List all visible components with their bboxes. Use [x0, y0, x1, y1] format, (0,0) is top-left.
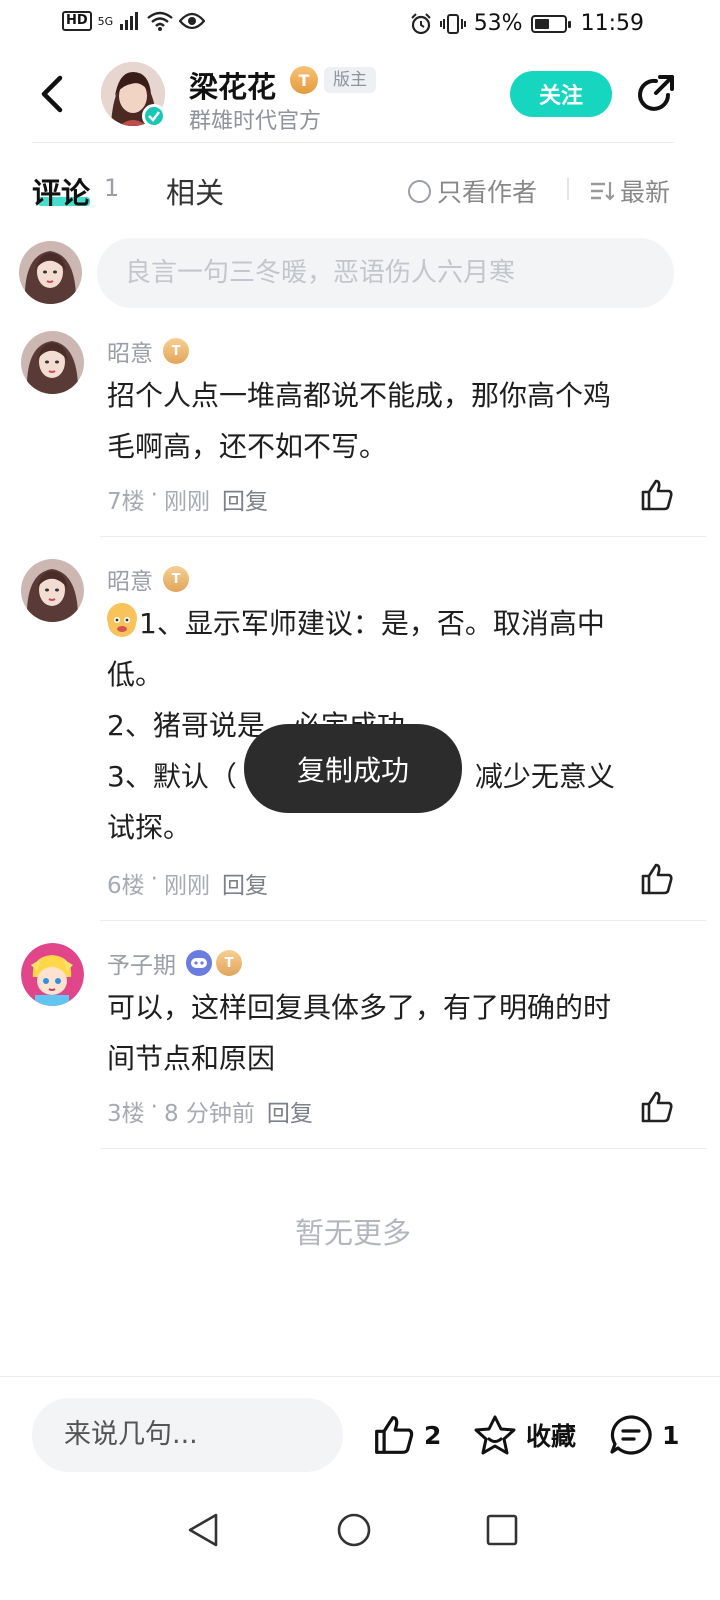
- comment-avatar[interactable]: [21, 331, 84, 394]
- back-icon[interactable]: [34, 72, 74, 116]
- status-bar: HD 5G 53% 11:59: [0, 0, 720, 48]
- no-more-label: 暂无更多: [294, 1216, 411, 1250]
- comment-meta: 6楼 · 刚刚 回复: [107, 866, 268, 900]
- sort-label: 最新: [620, 178, 671, 207]
- comment-floor: 7楼: [107, 489, 145, 515]
- like-button[interactable]: 2: [372, 1414, 441, 1456]
- only-author-toggle[interactable]: 只看作者: [408, 173, 537, 209]
- comment-floor: 3楼: [107, 1101, 145, 1127]
- comment-username[interactable]: 昭意 T: [107, 562, 189, 596]
- reply-button[interactable]: 回复: [267, 1094, 313, 1128]
- verified-icon: [142, 104, 166, 128]
- comment-line: 招个人点一堆高都说不能成，那你高个鸡: [107, 379, 612, 412]
- clock: 11:59: [580, 11, 644, 36]
- say-input[interactable]: 来说几句...: [32, 1398, 343, 1472]
- tab-related[interactable]: 相关: [166, 170, 224, 212]
- my-avatar: [19, 241, 82, 304]
- comments-button[interactable]: 1: [608, 1414, 679, 1456]
- tab-comments[interactable]: 评论: [32, 170, 90, 212]
- comment-floor: 6楼: [107, 873, 145, 899]
- comment-line: 低。: [107, 658, 164, 691]
- radio-circle-icon: [408, 179, 431, 203]
- meta-dot: ·: [150, 866, 158, 892]
- emoji-icon: [107, 603, 137, 637]
- comments-count: 1: [104, 174, 120, 202]
- comment-avatar[interactable]: [21, 943, 84, 1006]
- alarm-icon: [410, 12, 431, 34]
- comment-meta: 7楼 · 刚刚 回复: [107, 482, 268, 516]
- comment-icon: [610, 1415, 652, 1455]
- comment-time: 刚刚: [163, 873, 210, 899]
- like-icon[interactable]: [640, 478, 674, 512]
- favorite-button[interactable]: 收藏: [472, 1414, 576, 1456]
- nav-home-icon[interactable]: [336, 1512, 372, 1548]
- comment-divider: [100, 920, 706, 921]
- hd-indicator: HD: [62, 11, 92, 31]
- like-count: 2: [424, 1420, 442, 1450]
- reply-button[interactable]: 回复: [222, 482, 268, 516]
- vibrate-icon: [439, 13, 466, 34]
- sort-toggle[interactable]: 最新: [590, 173, 670, 209]
- comment-line: 可以，这样回复具体多了，有了明确的时: [107, 991, 612, 1024]
- moderator-tag: 版主: [324, 67, 376, 93]
- battery-percent: 53%: [473, 11, 523, 36]
- comment-meta: 3楼 · 8 分钟前 回复: [107, 1094, 313, 1128]
- follow-button[interactable]: 关注: [510, 71, 612, 117]
- toast: 复制成功: [244, 724, 462, 813]
- username-text: 予子期: [107, 953, 176, 979]
- header-divider: [32, 142, 674, 143]
- like-icon: [375, 1416, 414, 1454]
- favorite-label: 收藏: [526, 1422, 577, 1451]
- battery-icon: [530, 14, 571, 33]
- comment-time: 刚刚: [163, 489, 210, 515]
- meta-dot: ·: [150, 482, 158, 508]
- comment-text[interactable]: 招个人点一堆高都说不能成，那你高个鸡 毛啊高，还不如不写。: [107, 370, 673, 472]
- username-text: 昭意: [107, 569, 153, 595]
- eye-icon: [179, 12, 206, 30]
- level-badge-icon: T: [290, 66, 318, 94]
- only-author-label: 只看作者: [437, 178, 538, 207]
- comment-divider: [100, 1148, 706, 1149]
- share-icon[interactable]: [634, 73, 676, 115]
- comment-text[interactable]: 可以，这样回复具体多了，有了明确的时 间节点和原因: [107, 982, 673, 1084]
- filter-separator: [567, 178, 569, 200]
- username-text: 昭意: [107, 341, 153, 367]
- comment-divider: [100, 536, 706, 537]
- wifi-icon: [147, 11, 173, 31]
- gamepad-badge-icon: [186, 950, 212, 976]
- meta-dot: ·: [150, 1094, 158, 1120]
- comment-avatar[interactable]: [21, 559, 84, 622]
- comment-line: 毛啊高，还不如不写。: [107, 430, 388, 463]
- like-icon[interactable]: [640, 1090, 674, 1124]
- author-name[interactable]: 梁花花: [189, 64, 276, 106]
- comment-username[interactable]: 予子期 T: [107, 946, 242, 980]
- comment-username[interactable]: 昭意 T: [107, 334, 189, 368]
- level-badge-icon: T: [163, 566, 189, 592]
- reply-button[interactable]: 回复: [222, 866, 268, 900]
- comment-time: 8 分钟前: [163, 1101, 255, 1127]
- comment-line: 间节点和原因: [107, 1042, 276, 1075]
- star-icon: [474, 1415, 516, 1455]
- bottom-divider: [0, 1376, 720, 1377]
- system-nav-bar: [0, 1496, 720, 1600]
- author-subtitle: 群雄时代官方: [189, 109, 322, 134]
- sort-icon: [591, 182, 614, 201]
- comment-count: 1: [662, 1420, 680, 1450]
- comment-input[interactable]: 良言一句三冬暖，恶语伤人六月寒: [97, 238, 674, 308]
- like-icon[interactable]: [640, 862, 674, 896]
- nav-back-icon[interactable]: [186, 1512, 220, 1548]
- level-badge-icon: T: [216, 950, 242, 976]
- level-badge-icon: T: [163, 338, 189, 364]
- comment-line: 1、显示军师建议：是，否。取消高中: [139, 607, 605, 640]
- signal-icon: [120, 12, 139, 30]
- network-type: 5G: [97, 14, 114, 28]
- nav-recent-icon[interactable]: [486, 1514, 518, 1546]
